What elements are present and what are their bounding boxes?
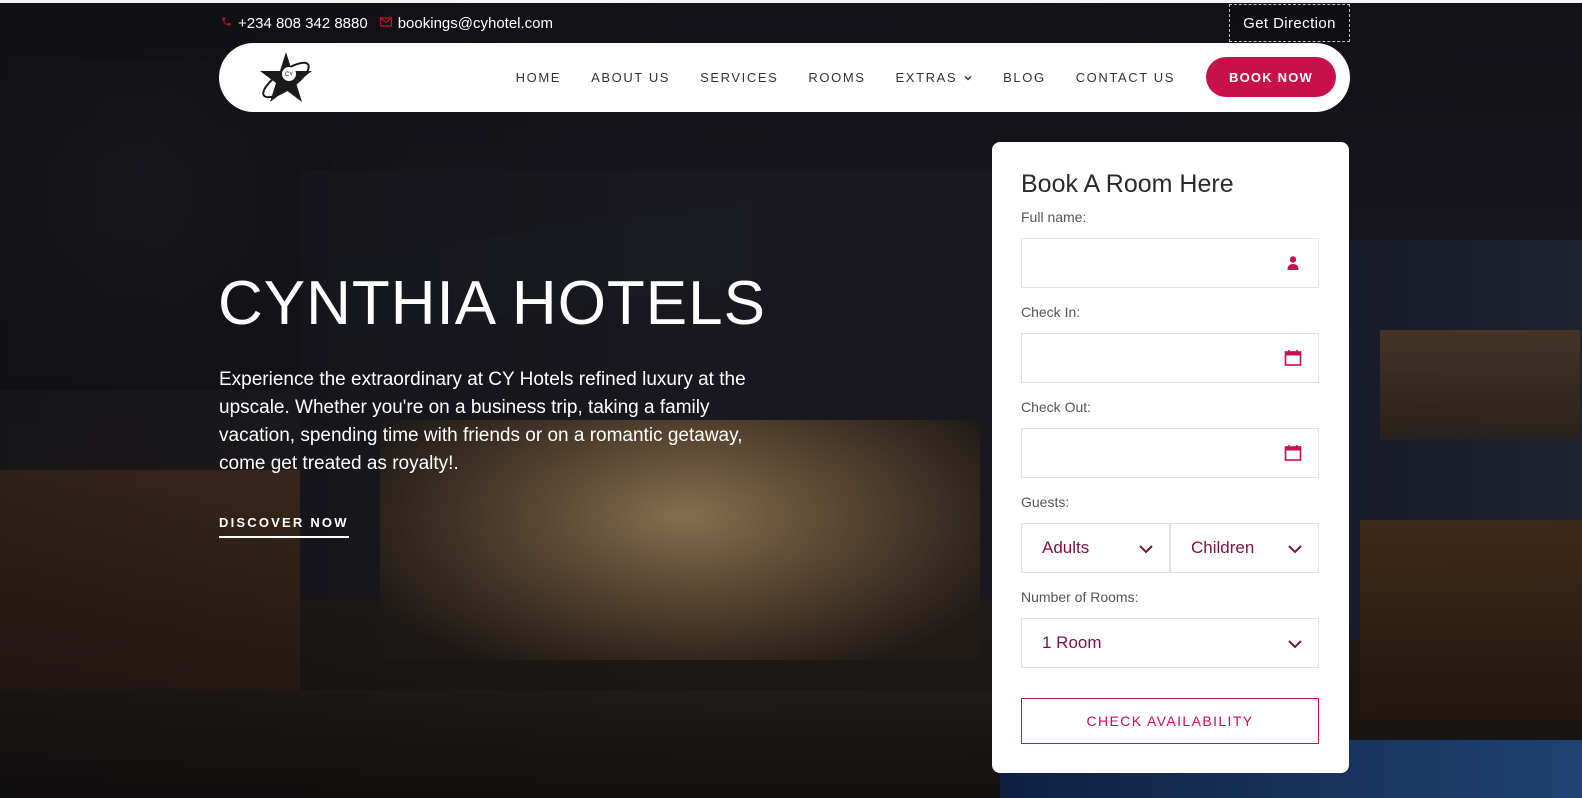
hero-description: Experience the extraordinary at CY Hotel… [219, 369, 746, 474]
nav-extras[interactable]: EXTRAS [896, 70, 974, 85]
top-border [0, 0, 1582, 3]
book-now-button[interactable]: BOOK NOW [1206, 57, 1336, 97]
contact-bar: +234 808 342 8880 bookings@cyhotel.com [220, 12, 553, 34]
nav-contact-us[interactable]: CONTACT US [1076, 70, 1175, 85]
check-in-label: Check In: [1021, 304, 1081, 320]
rooms-label: Number of Rooms: [1021, 589, 1139, 605]
star-logo-icon: CY [260, 52, 312, 102]
full-name-label: Full name: [1021, 209, 1087, 225]
hotel-logo[interactable]: CY [255, 47, 317, 109]
children-value: Children [1191, 538, 1255, 557]
discover-now-link[interactable]: DISCOVER NOW [219, 515, 349, 538]
nav-services[interactable]: SERVICES [700, 70, 778, 85]
chevron-down-icon [1288, 545, 1302, 554]
chevron-down-icon [1139, 545, 1153, 554]
phone-number: +234 808 342 8880 [238, 14, 368, 32]
nav-about-us[interactable]: ABOUT US [591, 70, 670, 85]
booking-title: Book A Room Here [1021, 170, 1234, 198]
phone-icon [220, 16, 232, 30]
user-icon [1284, 254, 1302, 272]
rooms-select[interactable]: 1 Room [1021, 618, 1319, 668]
children-select[interactable]: Children [1170, 523, 1319, 573]
phone-contact[interactable]: +234 808 342 8880 [220, 15, 368, 32]
rooms-value: 1 Room [1042, 633, 1102, 652]
guests-label: Guests: [1021, 494, 1070, 510]
adults-value: Adults [1042, 538, 1090, 557]
email-contact[interactable]: bookings@cyhotel.com [379, 14, 554, 32]
check-out-label: Check Out: [1021, 399, 1092, 415]
calendar-icon [1284, 444, 1302, 462]
full-name-input[interactable] [1021, 238, 1319, 288]
check-in-input[interactable] [1021, 333, 1319, 383]
get-direction-button[interactable]: Get Direction [1229, 4, 1350, 42]
calendar-icon [1284, 349, 1302, 367]
nav-home[interactable]: HOME [516, 70, 561, 85]
chevron-down-icon [964, 75, 972, 81]
chevron-down-icon [1288, 640, 1302, 649]
svg-text:CY: CY [285, 72, 293, 78]
envelope-icon [379, 16, 392, 30]
booking-form: Book A Room Here Full name: Check In: Ch… [992, 142, 1349, 773]
adults-select[interactable]: Adults [1021, 523, 1170, 573]
nav-menu: HOME ABOUT US SERVICES ROOMS EXTRAS BLOG… [516, 43, 1175, 112]
email-address: bookings@cyhotel.com [397, 14, 554, 32]
nav-rooms[interactable]: ROOMS [808, 70, 865, 85]
hero-title: CYNTHIA HOTELS [218, 269, 766, 338]
main-navbar: CY HOME ABOUT US SERVICES ROOMS EXTRAS B… [219, 43, 1350, 112]
check-availability-button[interactable]: CHECK AVAILABILITY [1021, 698, 1319, 744]
check-out-input[interactable] [1021, 428, 1319, 478]
nav-blog[interactable]: BLOG [1003, 70, 1046, 85]
